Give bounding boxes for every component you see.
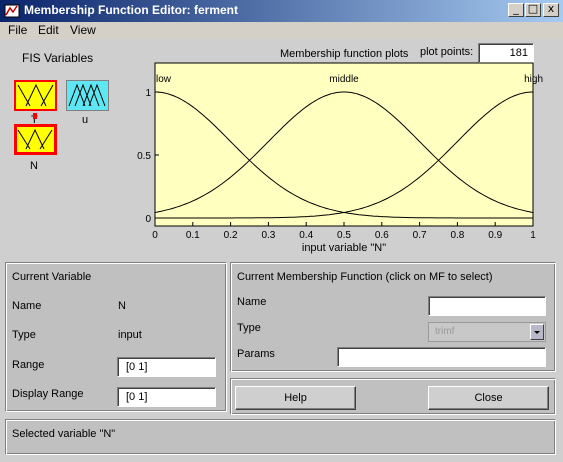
mf-name-label: Name (237, 296, 267, 308)
variable-name-value: N (118, 300, 126, 312)
chevron-down-icon[interactable] (530, 324, 544, 340)
y-tick-label: 0.5 (137, 151, 151, 162)
mf-params-label: Params (237, 348, 275, 360)
mf-params-input[interactable] (337, 347, 546, 367)
display-range-input[interactable]: [0 1] (117, 387, 216, 407)
name-label: Name (12, 300, 42, 312)
close-button[interactable]: Close (428, 386, 549, 410)
display-range-label: Display Range (12, 388, 84, 400)
x-tick-label: 0.7 (413, 230, 427, 241)
x-tick-label: 0.5 (337, 230, 351, 241)
mf-label-high[interactable]: high (524, 74, 543, 85)
x-tick-label: 1 (530, 230, 536, 241)
x-tick-label: 0.4 (299, 230, 313, 241)
mf-type-dropdown[interactable]: trimf (428, 322, 546, 342)
mf-label-low[interactable]: low (156, 74, 172, 85)
status-text: Selected variable "N" (12, 428, 116, 440)
plot-area[interactable] (154, 62, 534, 227)
x-tick-label: 0.6 (375, 230, 389, 241)
type-label: Type (12, 329, 36, 341)
x-tick-label: 0.3 (261, 230, 275, 241)
mf-type-label: Type (237, 322, 261, 334)
y-tick-label: 1 (145, 88, 151, 99)
mf-plot[interactable]: 0 0.1 0.2 0.3 0.4 0.5 0.6 0.7 0.8 0.9 1 0 0.5 1 low m… (0, 0, 563, 260)
x-axis-label: input variable "N" (302, 242, 386, 254)
y-tick-label: 0 (145, 214, 151, 225)
help-button[interactable]: Help (235, 386, 356, 410)
mf-editor-window: Membership Function Editor: ferment _ □ … (0, 0, 563, 462)
mf-type-value: trimf (435, 326, 455, 337)
range-label: Range (12, 359, 45, 371)
mf-name-input[interactable] (428, 296, 546, 316)
x-tick-label: 0 (152, 230, 158, 241)
x-tick-label: 0.9 (488, 230, 502, 241)
variable-type-value: input (118, 329, 142, 341)
x-tick-label: 0.1 (186, 230, 200, 241)
x-tick-label: 0.2 (224, 230, 238, 241)
mf-label-middle[interactable]: middle (329, 74, 359, 85)
current-mf-heading: Current Membership Function (click on MF… (237, 271, 493, 283)
current-variable-heading: Current Variable (12, 271, 92, 283)
range-input[interactable]: [0 1] (117, 357, 216, 377)
x-tick-label: 0.8 (450, 230, 464, 241)
